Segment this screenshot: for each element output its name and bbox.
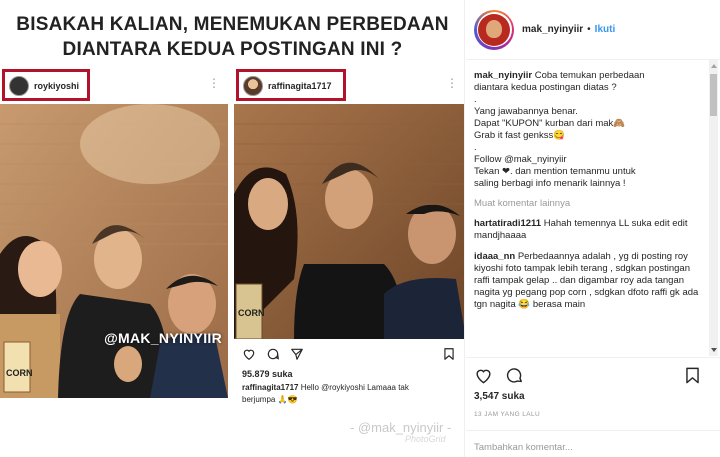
caption-line: . [474, 94, 477, 105]
caption-line: Yang jawabannya benar. [474, 106, 578, 117]
left-screenshot-header: roykiyoshi ⋮ [0, 68, 228, 104]
caption-username: raffinagita1717 [242, 383, 299, 392]
more-icon: ⋮ [446, 76, 458, 90]
bottom-watermark: - @mak_nyinyiir - [350, 420, 452, 435]
scrollbar-thumb[interactable] [710, 74, 717, 116]
bookmark-icon[interactable] [683, 366, 702, 385]
right-screenshot-likes: 95.879 suka [242, 369, 293, 379]
heart-icon[interactable] [474, 366, 493, 385]
right-screenshot-photo: CORN [234, 104, 464, 339]
right-screenshot: raffinagita1717 ⋮ CORN 95.879 suka raffi… [234, 68, 464, 418]
right-screenshot-actions [234, 339, 464, 369]
comment-username[interactable]: hartatiradi1211 [474, 218, 541, 229]
share-icon [291, 348, 303, 360]
caption-line: Dapat "KUPON" kurban dari mak🙈 [474, 118, 626, 129]
photo-watermark: @MAK_NYINYIIR [104, 330, 222, 346]
comment-icon [267, 348, 279, 360]
comment-username[interactable]: idaaa_nn [474, 251, 515, 262]
caption-line: saling berbagi info menarik lainnya ! [474, 178, 626, 189]
separator-dot: • [587, 24, 591, 35]
comment-item: hartatiradi1211 Hahah temennya LL suka e… [474, 218, 702, 242]
caption-line: mak_nyinyiir Coba temukan perbedaan [474, 70, 702, 82]
headline-line-2: DIANTARA KEDUA POSTINGAN INI ? [62, 39, 403, 60]
heart-icon [243, 349, 255, 360]
highlight-box [236, 69, 346, 101]
post-sidebar: mak_nyinyiir • Ikuti mak_nyinyiir Coba t… [466, 0, 720, 457]
caption-username[interactable]: mak_nyinyiir [474, 70, 532, 81]
caption-line: Tekan ❤. dan mention temanmu untuk [474, 166, 636, 177]
post-timestamp: 13 JAM YANG LALU [474, 411, 541, 418]
post-image: BISAKAH KALIAN, MENEMUKAN PERBEDAAN DIAN… [0, 0, 465, 457]
headline: BISAKAH KALIAN, MENEMUKAN PERBEDAAN DIAN… [0, 12, 464, 62]
comment-icon[interactable] [505, 366, 524, 385]
right-screenshot-caption: raffinagita1717 Hello @roykiyoshi Lamaaa… [234, 379, 449, 406]
caption-line: Follow @mak_nyinyiir [474, 154, 567, 165]
left-screenshot: roykiyoshi ⋮ CORN @MAK_NYINYIIR [0, 68, 228, 398]
caption-line: . [474, 142, 477, 153]
more-icon: ⋮ [208, 76, 220, 90]
caption-line: diantara kedua postingan diatas ? [474, 82, 617, 93]
comments-list: mak_nyinyiir Coba temukan perbedaan dian… [466, 62, 708, 356]
likes-count[interactable]: 3,547 suka [474, 391, 525, 402]
caption-text: Coba temukan perbedaan [534, 70, 645, 81]
comments-scrollbar[interactable] [709, 60, 718, 356]
scroll-up-icon[interactable] [711, 64, 717, 68]
follow-button[interactable]: Ikuti [595, 24, 616, 35]
photogrid-watermark: PhotoGrid [405, 434, 446, 444]
add-comment-input[interactable]: Tambahkan komentar... [466, 430, 720, 457]
avatar[interactable] [474, 9, 514, 50]
popcorn-label: CORN [6, 368, 33, 378]
bookmark-icon [444, 348, 454, 360]
left-screenshot-photo: CORN @MAK_NYINYIIR [0, 104, 228, 398]
post-author-username[interactable]: mak_nyinyiir [522, 24, 583, 35]
right-screenshot-header: raffinagita1717 ⋮ [234, 68, 464, 104]
scroll-down-icon[interactable] [711, 348, 717, 352]
post-header: mak_nyinyiir • Ikuti [466, 0, 720, 60]
load-more-comments-button[interactable]: Muat komentar lainnya [474, 198, 702, 210]
headline-line-1: BISAKAH KALIAN, MENEMUKAN PERBEDAAN [16, 14, 449, 35]
comment-item: idaaa_nn Perbedaannya adalah , yg di pos… [474, 251, 702, 311]
selfie-photo: CORN [234, 104, 464, 339]
popcorn-label: CORN [238, 308, 265, 318]
caption-line: Grab it fast genkss😋 [474, 130, 566, 141]
highlight-box [2, 69, 90, 101]
selfie-photo: CORN [0, 104, 228, 398]
post-actions [466, 357, 720, 391]
